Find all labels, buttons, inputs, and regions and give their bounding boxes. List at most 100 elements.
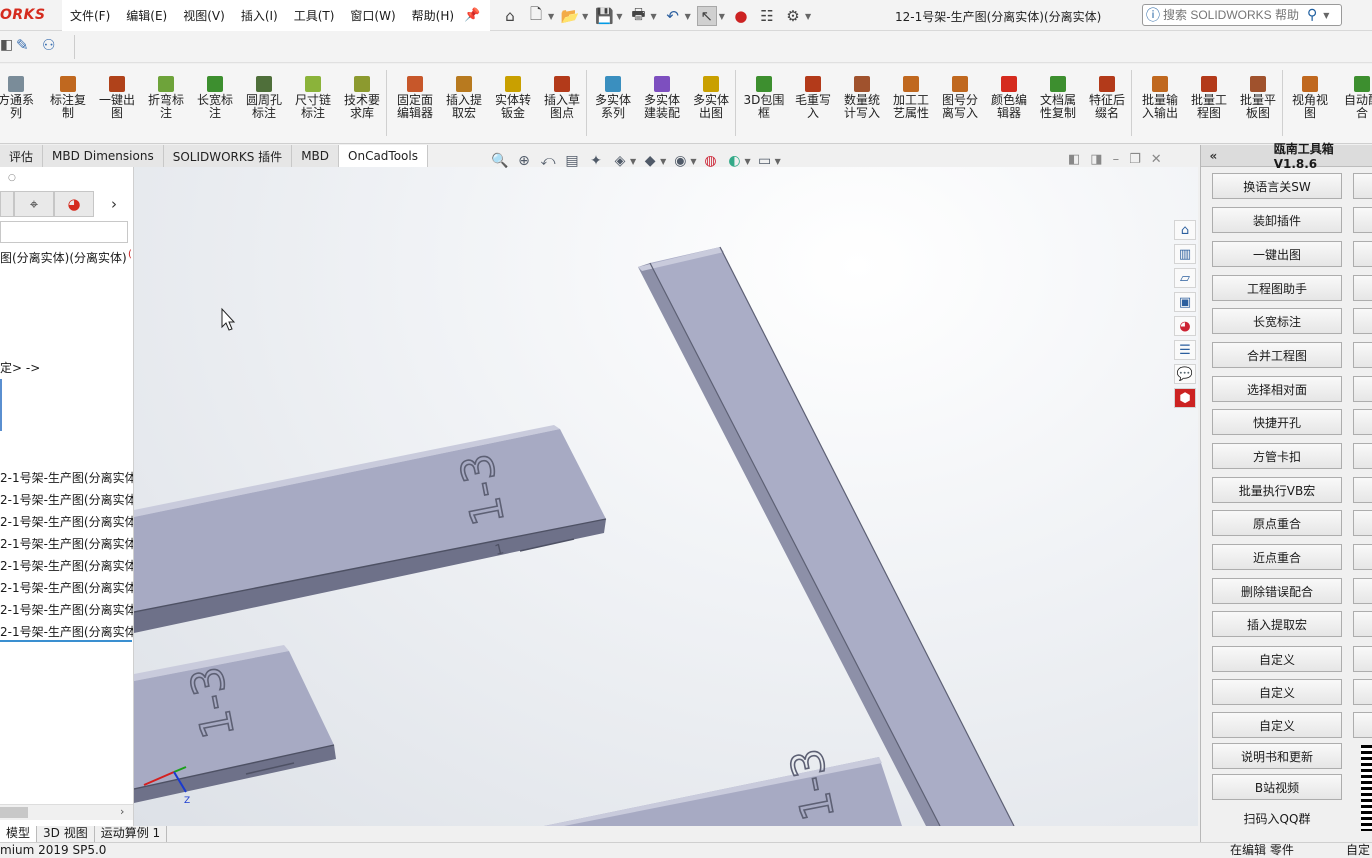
view-orientation-icon[interactable]: ◈ (610, 152, 630, 170)
tool-dim-copy[interactable]: 标注复 制 (44, 76, 92, 120)
hide-show-items-icon[interactable]: ◉ (670, 152, 690, 170)
traffic-light-icon[interactable]: ● (731, 6, 751, 26)
display-manager-tab-icon[interactable]: ◕ (54, 191, 94, 217)
menu-file[interactable]: 文件(F) (62, 7, 118, 24)
menu-tools[interactable]: 工具(T) (286, 7, 343, 24)
tab-mbd[interactable]: MBD (292, 145, 340, 167)
tool-bounding-box[interactable]: 3D包围 框 (740, 76, 788, 120)
property-manager-tab-icon[interactable] (0, 191, 14, 217)
toolbox-button-secondary[interactable] (1353, 308, 1372, 334)
new-dropdown-icon[interactable]: ▼ (548, 12, 554, 21)
tool-bend-note[interactable]: 折弯标 注 (142, 76, 190, 120)
scene-dropdown-icon[interactable]: ▼ (744, 157, 750, 166)
toolbox-button[interactable]: 自定义 (1212, 679, 1342, 705)
save-dropdown-icon[interactable]: ▼ (616, 12, 622, 21)
tile-left-icon[interactable]: ◧ (1068, 152, 1080, 167)
tool-quantity-count[interactable]: 数量统 计写入 (838, 76, 886, 120)
options-dropdown-icon[interactable]: ▼ (805, 12, 811, 21)
toolbox-button[interactable]: 自定义 (1212, 712, 1342, 738)
tree-root-item[interactable]: 图(分离实体)(分离实体) (0, 249, 127, 266)
history-marker[interactable]: 定> -> (0, 359, 40, 376)
save-icon[interactable]: 💾 (594, 6, 614, 26)
tree-item-body[interactable]: 2-1号架-生产图(分离实体 (0, 601, 133, 618)
print-icon[interactable]: 🖶 (628, 5, 648, 26)
view-palette-icon[interactable]: ▣ (1174, 292, 1196, 312)
home-icon[interactable]: ⌂ (500, 6, 520, 26)
search-dropdown-icon[interactable]: ▼ (1323, 11, 1329, 20)
dynamic-annotation-icon[interactable]: ✦ (586, 152, 606, 170)
display-style-icon[interactable]: ◆ (640, 152, 660, 170)
file-explorer-icon[interactable]: ▱ (1174, 268, 1196, 288)
undo-dropdown-icon[interactable]: ▼ (685, 12, 691, 21)
rebuild-icon[interactable]: ◧ (0, 37, 13, 53)
open-icon[interactable]: 📂 (560, 6, 580, 26)
tool-one-click-drawing[interactable]: 一键出 图 (93, 76, 141, 120)
view-settings-dropdown-icon[interactable]: ▼ (775, 157, 781, 166)
toolbox-button[interactable]: 长宽标注 (1212, 308, 1342, 334)
help-search-box[interactable]: ⓘ ⚲ ▼ (1142, 4, 1342, 26)
tool-drawing-no-split[interactable]: 图号分 离写入 (936, 76, 984, 120)
toolbox-button-secondary[interactable] (1353, 207, 1372, 233)
section-view-icon[interactable]: ▤ (562, 152, 582, 170)
tree-item-body[interactable]: 2-1号架-生产图(分离实体 (0, 469, 133, 486)
toolbox-button-secondary[interactable] (1353, 646, 1372, 672)
menu-insert[interactable]: 插入(I) (233, 7, 286, 24)
tree-item-body[interactable]: 2-1号架-生产图(分离实体 (0, 491, 133, 508)
units-custom-status[interactable]: 自定 (1346, 843, 1370, 858)
tab-motion-study[interactable]: 运动算例 1 (95, 826, 168, 842)
toolbox-button-secondary[interactable] (1353, 510, 1372, 536)
menu-view[interactable]: 视图(V) (175, 7, 233, 24)
select-dropdown-icon[interactable]: ▼ (719, 12, 725, 21)
tool-tech-req[interactable]: 技术要 求库 (338, 76, 386, 120)
tool-gross-weight[interactable]: 毛重写 入 (789, 76, 837, 120)
options-gear-icon[interactable]: ⚙ (783, 6, 803, 26)
edit-sheet-icon[interactable]: ✎ (16, 36, 29, 54)
tool-process-attr[interactable]: 加工工 艺属性 (887, 76, 935, 120)
tool-fixed-face[interactable]: 固定面 编辑器 (391, 76, 439, 120)
tool-lw-dim[interactable]: 长宽标 注 (191, 76, 239, 120)
tree-item-body[interactable]: 2-1号架-生产图(分离实体 (0, 513, 133, 530)
tool-tube-series[interactable]: 方通系 列 (0, 76, 40, 120)
tile-right-icon[interactable]: ◨ (1090, 152, 1102, 167)
close-icon[interactable]: ✕ (1151, 152, 1162, 167)
menu-window[interactable]: 窗口(W) (342, 7, 403, 24)
tool-multibody-drawing[interactable]: 多实体 出图 (687, 76, 735, 120)
toolbox-button[interactable]: 一键出图 (1212, 241, 1342, 267)
tab-solidworks-addins[interactable]: SOLIDWORKS 插件 (164, 145, 293, 167)
toolbox-button-secondary[interactable] (1353, 409, 1372, 435)
print-dropdown-icon[interactable]: ▼ (650, 12, 656, 21)
toolbox-button[interactable]: 自定义 (1212, 646, 1342, 672)
menu-help[interactable]: 帮助(H) (404, 7, 462, 24)
undo-icon[interactable]: ↶ (663, 6, 683, 26)
toolbox-button[interactable]: 方管卡扣 (1212, 443, 1342, 469)
apply-scene-icon[interactable]: ◐ (724, 152, 744, 170)
previous-view-icon[interactable]: ⤺ (538, 152, 558, 170)
tool-batch-flat[interactable]: 批量平 板图 (1234, 76, 1282, 120)
toolbox-button[interactable]: 换语言关SW (1212, 173, 1342, 199)
toolbox-button[interactable]: 说明书和更新 (1212, 743, 1342, 769)
tool-color-editor[interactable]: 颜色编 辑器 (985, 76, 1033, 120)
forum-icon[interactable]: 💬 (1174, 364, 1196, 384)
toolbox-button[interactable]: 插入提取宏 (1212, 611, 1342, 637)
tool-dim-chain[interactable]: 尺寸链 标注 (289, 76, 337, 120)
tree-filter-input[interactable] (0, 221, 128, 243)
toolbox-button-secondary[interactable] (1353, 342, 1372, 368)
toolbox-button-secondary[interactable] (1353, 611, 1372, 637)
toolbox-addin-icon[interactable]: ⬢ (1174, 388, 1196, 408)
toolbox-button[interactable]: 原点重合 (1212, 510, 1342, 536)
toolbox-button-secondary[interactable] (1353, 544, 1372, 570)
tree-item-body[interactable]: 2-1号架-生产图(分离实体 (0, 535, 133, 552)
toolbox-button[interactable]: 装卸插件 (1212, 207, 1342, 233)
toolbox-button[interactable]: 快捷开孔 (1212, 409, 1342, 435)
tool-multibody-series[interactable]: 多实体 系列 (589, 76, 637, 120)
user-icon[interactable]: ⚇ (42, 36, 55, 54)
toolbox-button[interactable]: 合并工程图 (1212, 342, 1342, 368)
zoom-to-fit-icon[interactable]: 🔍 (490, 152, 510, 170)
hide-show-dropdown-icon[interactable]: ▼ (690, 157, 696, 166)
minimize-icon[interactable]: – (1113, 152, 1120, 167)
toolbox-button-secondary[interactable] (1353, 443, 1372, 469)
panel-tabs-next-icon[interactable]: › (94, 191, 133, 217)
collapse-double-chevron-icon[interactable]: « (1201, 149, 1226, 163)
view-settings-icon[interactable]: ▭ (755, 152, 775, 170)
view-orientation-dropdown-icon[interactable]: ▼ (630, 157, 636, 166)
